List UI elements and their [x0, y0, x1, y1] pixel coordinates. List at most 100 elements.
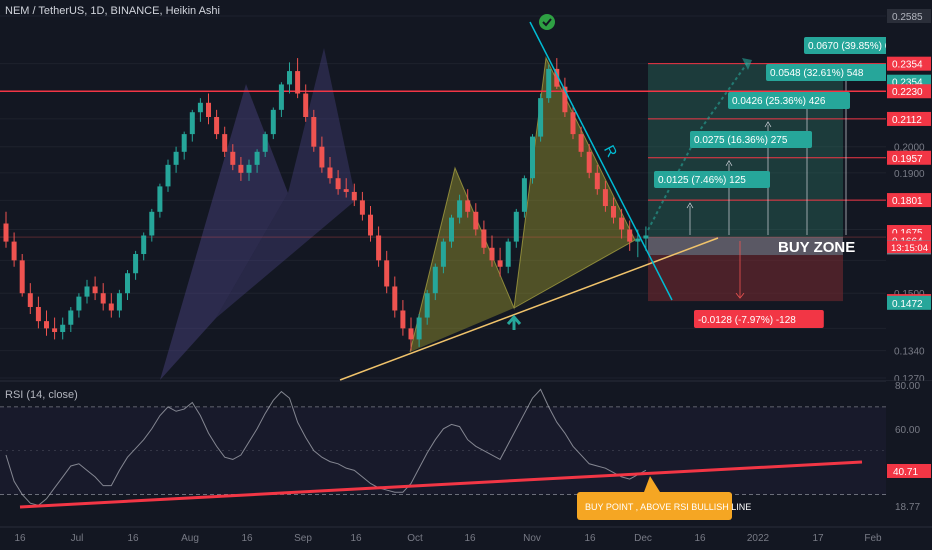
rsi-axis-tick: 80.00 — [895, 381, 920, 392]
candle-body — [222, 134, 228, 152]
candle-body — [35, 306, 41, 322]
time-axis-tick: 16 — [350, 533, 362, 544]
position-target-zone — [648, 63, 843, 238]
candle-body — [481, 229, 487, 248]
candle-body — [246, 164, 252, 173]
candle-body — [303, 93, 309, 118]
candle-body — [287, 71, 292, 85]
candle-body — [408, 328, 414, 340]
candle-body — [335, 178, 341, 190]
candle-body — [206, 102, 211, 118]
candle-body — [157, 186, 163, 212]
candle-body — [465, 200, 471, 212]
candle-body — [84, 286, 90, 297]
target-label: 0.0125 (7.46%) 125 — [658, 175, 746, 186]
candle-body — [619, 217, 625, 230]
time-axis-tick: Aug — [181, 533, 199, 544]
candle-body — [497, 260, 503, 267]
candle-body — [100, 293, 106, 304]
candle-body — [327, 167, 333, 179]
price-axis-tick: 0.1900 — [894, 169, 925, 180]
time-axis-tick: Jul — [71, 533, 84, 544]
chart-title: NEM / TetherUS, 1D, BINANCE, Heikin Ashi — [5, 5, 220, 17]
candle-body — [165, 164, 171, 187]
candle-body — [278, 84, 284, 110]
candle-body — [197, 102, 203, 113]
candle-body — [351, 191, 357, 201]
buy-zone-label: BUY ZONE — [778, 239, 855, 256]
time-axis-tick: 16 — [584, 533, 596, 544]
candle-body — [108, 303, 114, 311]
target-label: 0.0426 (25.36%) 426 — [732, 96, 826, 107]
rsi-title: RSI (14, close) — [5, 389, 78, 401]
candle-body — [92, 286, 98, 294]
time-axis-tick: 16 — [694, 533, 706, 544]
candle-body — [643, 235, 649, 239]
candle-body — [149, 211, 155, 236]
candle-body — [60, 324, 66, 333]
time-axis-tick: 17 — [812, 533, 824, 544]
candle-body — [116, 293, 122, 311]
candle-body — [602, 189, 608, 207]
candle-body — [489, 247, 495, 261]
price-tag-text: 0.2354 — [892, 60, 923, 71]
check-icon — [539, 14, 555, 30]
candle-body — [538, 98, 544, 137]
candle-body — [262, 134, 268, 152]
candle-body — [359, 200, 365, 215]
candle-body — [173, 151, 179, 165]
price-tag-text: 0.2112 — [892, 115, 922, 126]
candle-body — [594, 172, 600, 190]
candle-body — [238, 164, 244, 173]
candle-body — [376, 235, 382, 261]
candle-body — [311, 117, 317, 147]
candle-body — [530, 136, 535, 179]
candle-body — [513, 211, 519, 242]
time-axis-tick: Feb — [864, 533, 882, 544]
candle-body — [392, 286, 398, 311]
candle-body — [424, 293, 430, 318]
stop-label: -0.0128 (-7.97%) -128 — [698, 315, 796, 326]
candle-body — [635, 238, 641, 242]
candle-body — [578, 134, 584, 152]
rsi-value-text: 40.71 — [893, 467, 918, 478]
candle-body — [457, 200, 463, 218]
time-axis-tick: 16 — [464, 533, 476, 544]
candle-body — [125, 273, 130, 294]
candle-body — [505, 241, 511, 267]
candle-body — [44, 321, 49, 329]
candle-body — [11, 241, 17, 261]
rsi-annotation-text: BUY POINT , ABOVE RSI BULLISH LINE — [585, 502, 751, 512]
price-tag-text: 0.2585 — [892, 12, 923, 23]
candle-body — [343, 189, 349, 192]
candle-body — [52, 328, 58, 333]
time-axis-tick: Sep — [294, 533, 312, 544]
countdown-text: 13:15:04 — [891, 243, 928, 254]
candle-body — [611, 206, 616, 218]
candle-body — [627, 229, 633, 242]
target-label: 0.0275 (16.36%) 275 — [694, 135, 788, 146]
candle-body — [295, 71, 301, 94]
candle-body — [189, 112, 195, 135]
time-axis-tick: 16 — [127, 533, 139, 544]
candle-body — [546, 68, 552, 99]
candle-body — [68, 310, 74, 325]
price-tag-text: 0.1801 — [892, 196, 923, 207]
candle-body — [76, 296, 82, 311]
price-tag-text: 0.1957 — [892, 154, 923, 165]
time-axis-tick: Oct — [407, 533, 423, 544]
candle-body — [586, 151, 592, 173]
candle-body — [181, 134, 187, 152]
candle-body — [270, 109, 276, 135]
rsi-axis-tick: 18.77 — [895, 502, 920, 513]
candle-body — [432, 266, 438, 294]
time-axis-tick: 16 — [14, 533, 26, 544]
candle-body — [368, 214, 373, 236]
price-chart[interactable]: RBUY ZONE0.0125 (7.46%) 1250.0275 (16.36… — [0, 0, 932, 550]
candle-body — [230, 151, 236, 165]
candle-body — [141, 235, 147, 255]
candle-body — [19, 260, 25, 294]
candle-body — [440, 241, 446, 267]
price-tag-text: 0.1472 — [892, 299, 923, 310]
candle-body — [400, 310, 406, 329]
